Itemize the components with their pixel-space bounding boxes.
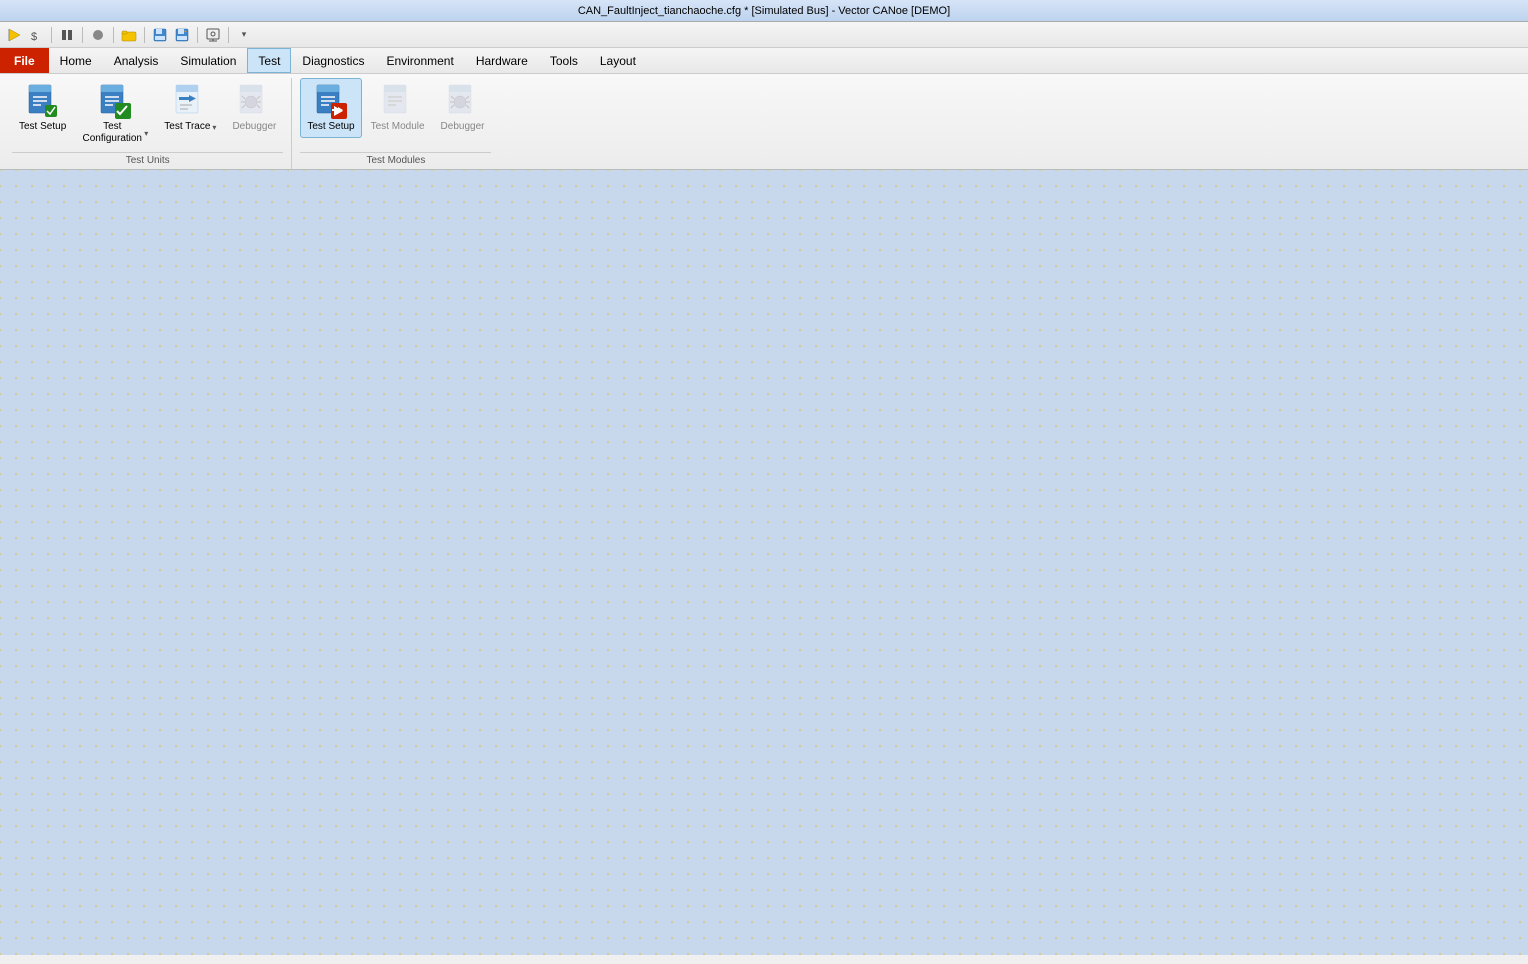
pause-icon[interactable] (57, 25, 77, 45)
test-trace-icon (172, 83, 208, 119)
more-dropdown-icon[interactable]: ▾ (234, 25, 254, 45)
test-setup-label: Test Setup (19, 121, 66, 133)
dollar-icon[interactable]: $ (26, 25, 46, 45)
network-icon[interactable] (203, 25, 223, 45)
debugger-modules-btn: Debugger (434, 78, 492, 138)
menu-environment[interactable]: Environment (375, 48, 464, 73)
test-configuration-dropdown-arrow: ▾ (144, 129, 148, 138)
debugger-units-btn: Debugger (225, 78, 283, 138)
test-modules-label: Test Modules (300, 152, 491, 169)
menu-diagnostics[interactable]: Diagnostics (291, 48, 375, 73)
menu-file[interactable]: File (0, 48, 49, 73)
separator-6 (228, 27, 229, 43)
title-bar: CAN_FaultInject_tianchaoche.cfg * [Simul… (0, 0, 1528, 22)
test-trace-label: Test Trace (164, 121, 210, 133)
menu-simulation[interactable]: Simulation (169, 48, 247, 73)
separator-4 (144, 27, 145, 43)
ribbon: Test Setup (0, 74, 1528, 170)
debugger-modules-icon (445, 83, 481, 119)
save-icon[interactable] (150, 25, 170, 45)
test-trace-dropdown-arrow: ▾ (212, 123, 216, 132)
menu-test[interactable]: Test (247, 48, 291, 73)
test-module-btn: Test Module (364, 78, 432, 138)
test-units-label: Test Units (12, 152, 283, 169)
test-configuration-label: Test Configuration (82, 121, 142, 145)
start-icon[interactable] (4, 25, 24, 45)
test-configuration-icon (97, 83, 133, 119)
test-module-label: Test Module (371, 121, 425, 133)
test-setup-modules-btn[interactable]: Test Setup (300, 78, 361, 138)
title-text: CAN_FaultInject_tianchaoche.cfg * [Simul… (578, 5, 950, 17)
menu-bar: File Home Analysis Simulation Test Diagn… (0, 48, 1528, 74)
menu-hardware[interactable]: Hardware (465, 48, 539, 73)
debugger-units-label: Debugger (232, 121, 276, 133)
record-icon[interactable] (88, 25, 108, 45)
open-folder-icon[interactable] (119, 25, 139, 45)
quick-access-toolbar: $ + (0, 22, 1528, 48)
save-as-icon[interactable]: + (172, 25, 192, 45)
test-module-icon (380, 83, 416, 119)
test-setup-icon (25, 83, 61, 119)
test-setup-modules-label: Test Setup (307, 121, 354, 133)
test-configuration-btn[interactable]: Test Configuration ▾ (75, 78, 155, 150)
debugger-modules-label: Debugger (441, 121, 485, 133)
menu-layout[interactable]: Layout (589, 48, 647, 73)
test-setup-modules-icon (313, 83, 349, 119)
separator-2 (82, 27, 83, 43)
test-trace-btn[interactable]: Test Trace ▾ (157, 78, 223, 138)
menu-tools[interactable]: Tools (539, 48, 589, 73)
svg-text:$: $ (31, 31, 37, 42)
test-units-group: Test Setup (4, 78, 292, 169)
test-modules-group: Test Setup Test Module (292, 78, 499, 169)
main-content (0, 170, 1528, 955)
test-setup-btn[interactable]: Test Setup (12, 78, 73, 138)
svg-text:+: + (184, 29, 187, 35)
menu-analysis[interactable]: Analysis (103, 48, 170, 73)
menu-home[interactable]: Home (49, 48, 103, 73)
separator-1 (51, 27, 52, 43)
debugger-units-icon (236, 83, 272, 119)
separator-5 (197, 27, 198, 43)
separator-3 (113, 27, 114, 43)
